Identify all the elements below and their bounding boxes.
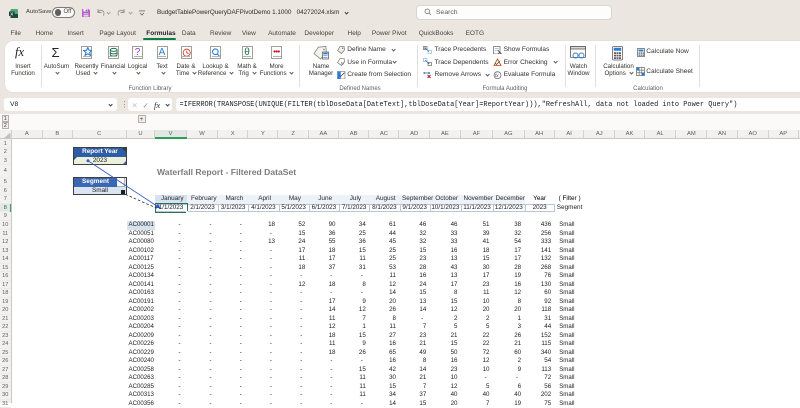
svg-text:X: X (10, 11, 13, 16)
svg-text:fx: fx (341, 62, 344, 66)
svg-text:fx: fx (495, 73, 499, 78)
